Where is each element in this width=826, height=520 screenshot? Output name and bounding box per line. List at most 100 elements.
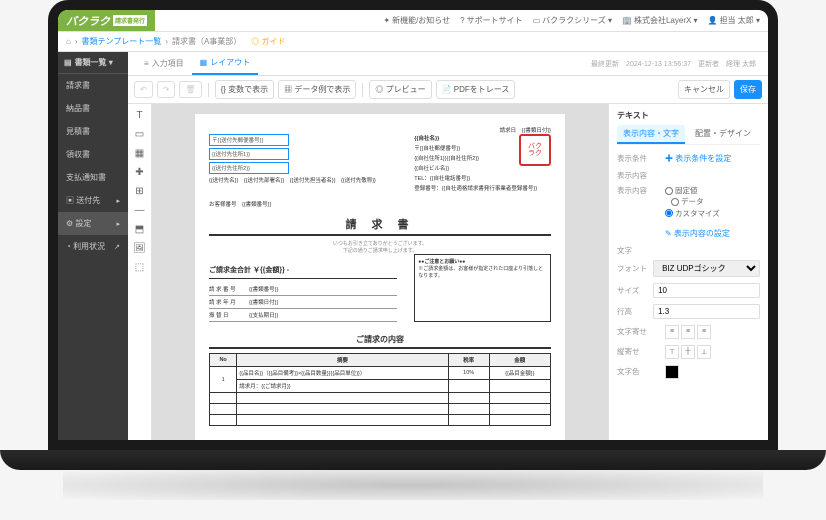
content-tabs: ≡入力項目 ▦レイアウト 最終更新 2024-12-13 13:56:37 更新… xyxy=(128,52,768,76)
doc-title: 請 求 書 xyxy=(209,216,551,236)
element-tray: T ▭ ▦ ✚ ⊞ — ⬒ 🖼 ⬚ xyxy=(128,104,152,440)
field-postal[interactable]: 〒{{送付先郵便番号}} xyxy=(209,134,289,146)
doc-table: No摘要税率金額 1{{品目名}}（{{品目備考}}×{{品目数量}}{{品目単… xyxy=(209,353,551,426)
font-select[interactable]: BIZ UDPゴシック xyxy=(653,260,760,277)
logo: バクラク 請求書発行 xyxy=(58,10,155,31)
color-label: 文字色 xyxy=(617,366,661,377)
document-preview[interactable]: 請求日 {{書類日付}} 〒{{送付先郵便番号}} {{送付先住所1}} {{送… xyxy=(195,114,565,440)
home-icon[interactable]: ⌂ xyxy=(66,37,71,46)
doc-row-due: 振 替 日{{支払期日}} xyxy=(209,309,397,322)
color-swatch[interactable] xyxy=(665,365,679,379)
topbar-user[interactable]: 👤担当 太郎 ▾ xyxy=(708,15,760,26)
topbar: バクラク 請求書発行 ✦新機能/お知らせ ?サポートサイト ▭バクラクシリーズ … xyxy=(58,10,768,32)
doc-row-date: 請 求 年 月{{書類日付}} xyxy=(209,296,397,309)
doc-row-no: 請 求 番 号{{書類番号}} xyxy=(209,283,397,296)
content-head: 表示内容 xyxy=(617,170,760,181)
sidebar: ▤ 書類一覧 ▾ 請求書 納品書 見積書 領収書 支払通知書 ▣ 送付先 ▸ ⚙… xyxy=(58,52,128,440)
table-tool-icon[interactable]: ▦ xyxy=(135,148,144,159)
valign-label: 縦寄せ xyxy=(617,346,661,357)
align-center-button[interactable]: ≡ xyxy=(681,325,695,339)
chevron-right-icon: ▸ xyxy=(116,220,120,228)
field-recipient: {{送付先名}} {{送付先部署名}} {{送付先担当者名}} {{送付先敬称}… xyxy=(209,176,397,184)
layout-icon: ▦ xyxy=(200,58,208,67)
grid-tool-icon[interactable]: ⊞ xyxy=(135,186,143,197)
cancel-button[interactable]: キャンセル xyxy=(678,80,730,99)
radio-custom[interactable]: カスタマイズ xyxy=(665,208,760,219)
gear-icon: ⚙ xyxy=(66,219,73,228)
toolbar: ↶ ↷ 🗑 {} 変数で表示 ▦ データ例で表示 ◎ プレビュー 📄 PDFをト… xyxy=(128,76,768,104)
doc-customer-no: お客様番号 {{書類番号}} xyxy=(209,200,551,208)
content-settings-link[interactable]: ✎ 表示内容の設定 xyxy=(665,229,730,238)
tab-layout[interactable]: ▦レイアウト xyxy=(192,52,259,75)
pdf-trace-button[interactable]: 📄 PDFをトレース xyxy=(436,80,516,99)
valign-middle-button[interactable]: ┼ xyxy=(681,345,695,359)
size-label: サイズ xyxy=(617,285,649,296)
doc-section: ご請求の内容 xyxy=(209,334,551,349)
align-label: 文字寄せ xyxy=(617,326,661,337)
valign-bottom-button[interactable]: ⊥ xyxy=(697,345,711,359)
chart-icon: ◔ xyxy=(66,242,73,251)
breadcrumb: ⌂ › 書類テンプレート一覧 › 請求書（A事業部） ◎ ガイド xyxy=(58,32,768,52)
building-icon: 🏢 xyxy=(622,16,632,25)
text-tool-icon[interactable]: T xyxy=(136,110,142,121)
preview-button[interactable]: ◎ プレビュー xyxy=(369,80,431,99)
lineheight-input[interactable] xyxy=(653,304,760,319)
doc-c-tel: TEL：{{自社電話番号}} xyxy=(414,174,551,182)
radio-fixed[interactable]: 固定値 xyxy=(665,185,760,196)
field-addr1[interactable]: {{送付先住所1}} xyxy=(209,148,289,160)
topbar-news[interactable]: ✦新機能/お知らせ xyxy=(383,15,450,26)
user-icon: 👤 xyxy=(708,16,718,25)
panel-tab-content[interactable]: 表示内容・文字 xyxy=(617,125,685,144)
sidebar-item-recipient[interactable]: ▣ 送付先 ▸ xyxy=(58,189,128,212)
cond-label: 表示条件 xyxy=(617,153,661,164)
delete-button[interactable]: 🗑 xyxy=(179,81,201,98)
doc-date: 請求日 {{書類日付}} xyxy=(209,126,551,134)
topbar-series[interactable]: ▭バクラクシリーズ ▾ xyxy=(533,15,612,26)
logo-text: バクラク xyxy=(66,13,110,29)
list-icon: ≡ xyxy=(144,59,149,68)
frame-tool-icon[interactable]: ⬚ xyxy=(135,262,144,273)
window-icon: ▭ xyxy=(533,16,541,25)
redo-button[interactable]: ↷ xyxy=(157,81,176,98)
radio-data[interactable]: データ xyxy=(671,196,704,207)
sidebar-item-settings[interactable]: ⚙ 設定 ▸ xyxy=(58,212,128,235)
valign-top-button[interactable]: ⊤ xyxy=(665,345,679,359)
undo-button[interactable]: ↶ xyxy=(134,81,153,98)
add-tool-icon[interactable]: ✚ xyxy=(135,167,143,178)
image-tool-icon[interactable]: 🖼 xyxy=(133,243,146,254)
sidebar-item-quote[interactable]: 見積書 xyxy=(58,120,128,143)
breadcrumb-templates[interactable]: 書類テンプレート一覧 xyxy=(82,36,162,47)
chevron-right-icon: ▸ xyxy=(116,197,120,205)
align-left-button[interactable]: ≡ xyxy=(665,325,679,339)
variable-display-button[interactable]: {} 変数で表示 xyxy=(215,80,275,99)
box-tool-icon[interactable]: ⬒ xyxy=(135,224,144,235)
external-icon: ↗ xyxy=(114,243,120,251)
doc-c-reg: 登録番号：{{自社適格請求書発行事業者登録番号}} xyxy=(414,184,551,192)
laptop-shadow xyxy=(63,470,763,500)
sidebar-header[interactable]: ▤ 書類一覧 ▾ xyxy=(58,52,128,74)
lh-label: 行高 xyxy=(617,306,649,317)
tab-input-fields[interactable]: ≡入力項目 xyxy=(136,53,192,74)
font-label: フォント xyxy=(617,263,649,274)
size-input[interactable] xyxy=(653,283,760,298)
topbar-support[interactable]: ?サポートサイト xyxy=(460,15,522,26)
align-right-button[interactable]: ≡ xyxy=(697,325,711,339)
sidebar-item-delivery[interactable]: 納品書 xyxy=(58,97,128,120)
sidebar-item-receipt[interactable]: 領収書 xyxy=(58,143,128,166)
sidebar-item-invoice[interactable]: 請求書 xyxy=(58,74,128,97)
logo-sub: 請求書発行 xyxy=(113,15,147,26)
line-tool-icon[interactable]: — xyxy=(135,205,145,216)
guide-link[interactable]: ◎ ガイド xyxy=(251,36,285,47)
save-button[interactable]: 保存 xyxy=(734,80,762,99)
field-addr2[interactable]: {{送付先住所2}} xyxy=(209,162,289,174)
canvas[interactable]: 請求日 {{書類日付}} 〒{{送付先郵便番号}} {{送付先住所1}} {{送… xyxy=(152,104,608,440)
sidebar-item-payment[interactable]: 支払通知書 xyxy=(58,166,128,189)
rect-tool-icon[interactable]: ▭ xyxy=(135,129,144,140)
add-condition-link[interactable]: ✚ 表示条件を設定 xyxy=(665,153,760,164)
doc-notebox: ●●ご注意とお願い●● ※ご請求金額は、お客様が指定された口座より引落しとなりま… xyxy=(414,254,551,322)
data-example-button[interactable]: ▦ データ例で表示 xyxy=(278,80,356,99)
sidebar-item-usage[interactable]: ◔ 利用状況 ↗ xyxy=(58,235,128,258)
sparkle-icon: ✦ xyxy=(383,16,390,25)
panel-tab-design[interactable]: 配置・デザイン xyxy=(689,125,757,144)
topbar-company[interactable]: 🏢株式会社LayerX ▾ xyxy=(622,15,698,26)
